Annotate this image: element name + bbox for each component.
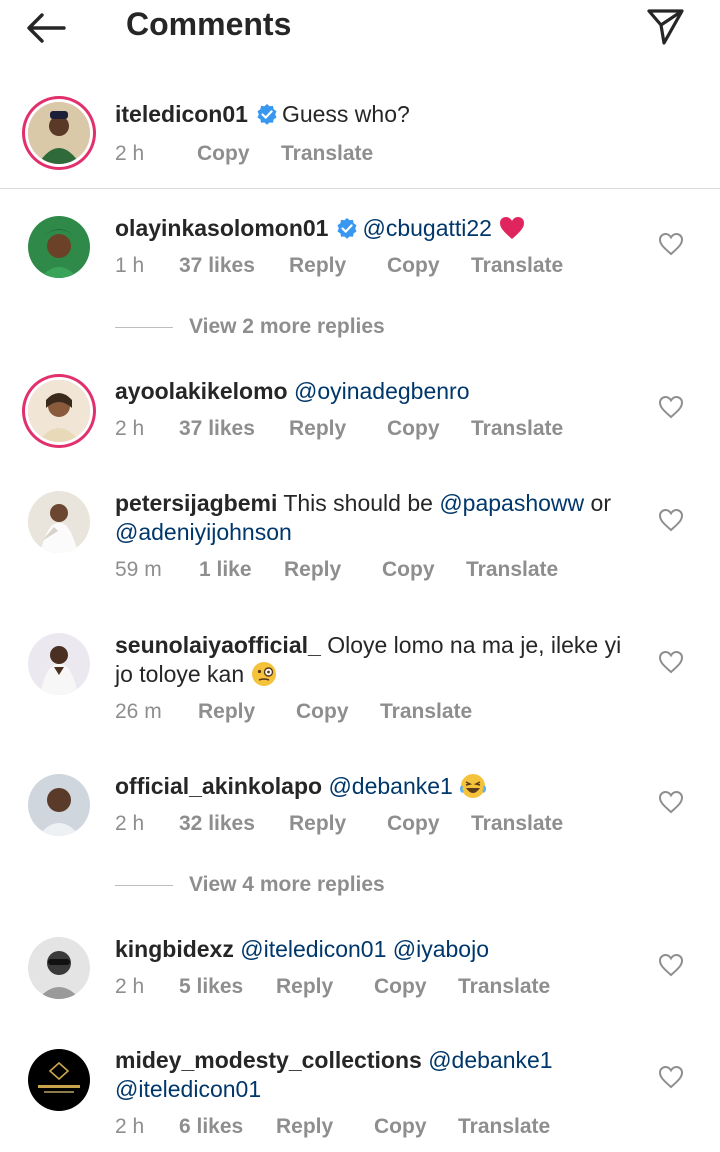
likes-count[interactable]: 32 likes [179, 812, 255, 836]
send-icon [647, 9, 684, 45]
copy-button[interactable]: Copy [382, 558, 435, 582]
avatar[interactable] [28, 1049, 90, 1111]
translate-button[interactable]: Translate [466, 558, 558, 582]
post-caption: iteledicon01 Guess who? 2 h Copy Translat… [0, 88, 720, 189]
avatar[interactable] [28, 491, 90, 553]
monocle-emoji [252, 662, 277, 686]
likes-count[interactable]: 5 likes [179, 975, 243, 999]
timestamp: 2 h [115, 812, 145, 835]
username[interactable]: seunolaiyaofficial_ [115, 632, 321, 658]
reply-button[interactable]: Reply [289, 812, 346, 836]
reply-button[interactable]: Reply [198, 700, 255, 724]
header: Comments [0, 0, 720, 60]
username[interactable]: midey_modesty_collections [115, 1047, 422, 1073]
heart-outline-icon[interactable] [658, 508, 684, 532]
timestamp: 59 m [115, 558, 162, 581]
heart-outline-icon[interactable] [658, 395, 684, 419]
translate-button[interactable]: Translate [471, 812, 563, 836]
timestamp: 26 m [115, 700, 162, 723]
heart-outline-icon[interactable] [658, 650, 684, 674]
avatar[interactable] [28, 937, 90, 999]
copy-button[interactable]: Copy [374, 1115, 427, 1139]
verified-badge-icon [337, 218, 357, 239]
copy-button[interactable]: Copy [296, 700, 349, 724]
mention-link[interactable]: @oyinadegbenro [294, 378, 470, 404]
timestamp: 2 h [115, 975, 145, 998]
translate-button[interactable]: Translate [380, 700, 472, 724]
comment-text: This should be [283, 490, 433, 516]
username[interactable]: official_akinkolapo [115, 773, 322, 799]
mention-link[interactable]: @cbugatti22 [362, 215, 492, 241]
mention-link[interactable]: @iyabojo [393, 936, 489, 962]
reply-button[interactable]: Reply [276, 1115, 333, 1139]
likes-count[interactable]: 37 likes [179, 417, 255, 441]
mention-link[interactable]: @debanke1 [328, 773, 452, 799]
copy-button[interactable]: Copy [387, 812, 440, 836]
translate-button[interactable]: Translate [471, 254, 563, 278]
copy-button[interactable]: Copy [374, 975, 427, 999]
username[interactable]: ayoolakikelomo [115, 378, 288, 404]
back-arrow-icon [27, 13, 66, 43]
red-heart-emoji [499, 217, 524, 239]
heart-outline-icon[interactable] [658, 1065, 684, 1089]
view-more-replies[interactable]: View 4 more replies [115, 873, 385, 897]
reply-button[interactable]: Reply [276, 975, 333, 999]
timestamp: 2 h [115, 142, 145, 165]
comment-text: jo toloye kan [115, 661, 245, 687]
avatar[interactable] [28, 633, 90, 695]
page-title: Comments [126, 6, 292, 42]
timestamp: 2 h [115, 1115, 145, 1138]
comment-text: or [590, 490, 611, 516]
divider-line [115, 326, 173, 328]
mention-link[interactable]: @papashoww [439, 490, 584, 516]
caption-text: Guess who? [281, 101, 410, 127]
heart-outline-icon[interactable] [658, 232, 684, 256]
reply-button[interactable]: Reply [289, 417, 346, 441]
username[interactable]: kingbidexz [115, 936, 234, 962]
mention-link[interactable]: @adeniyijohnson [115, 519, 292, 545]
copy-button[interactable]: Copy [387, 417, 440, 441]
comment-text: Oloye lomo na ma je, ileke yi [327, 632, 622, 658]
username[interactable]: iteledicon01 [115, 101, 248, 127]
translate-button[interactable]: Translate [458, 975, 550, 999]
send-button[interactable] [640, 4, 690, 48]
reply-button[interactable]: Reply [289, 254, 346, 278]
back-button[interactable] [22, 6, 72, 50]
copy-button[interactable]: Copy [387, 254, 440, 278]
mention-link[interactable]: @iteledicon01 [240, 936, 386, 962]
avatar[interactable] [28, 774, 90, 836]
laughing-emoji [459, 774, 486, 798]
verified-badge-icon [257, 104, 277, 125]
username[interactable]: petersijagbemi [115, 490, 277, 516]
avatar[interactable] [28, 102, 90, 164]
copy-button[interactable]: Copy [197, 142, 250, 166]
mention-link[interactable]: @iteledicon01 [115, 1076, 261, 1102]
view-more-replies[interactable]: View 2 more replies [115, 315, 385, 339]
likes-count[interactable]: 37 likes [179, 254, 255, 278]
translate-button[interactable]: Translate [281, 142, 373, 166]
translate-button[interactable]: Translate [471, 417, 563, 441]
timestamp: 1 h [115, 254, 145, 277]
mention-link[interactable]: @debanke1 [428, 1047, 552, 1073]
translate-button[interactable]: Translate [458, 1115, 550, 1139]
timestamp: 2 h [115, 417, 145, 440]
reply-button[interactable]: Reply [284, 558, 341, 582]
heart-outline-icon[interactable] [658, 790, 684, 814]
avatar[interactable] [28, 380, 90, 442]
avatar[interactable] [28, 216, 90, 278]
heart-outline-icon[interactable] [658, 953, 684, 977]
divider-line [115, 884, 173, 886]
likes-count[interactable]: 6 likes [179, 1115, 243, 1139]
username[interactable]: olayinkasolomon01 [115, 215, 328, 241]
likes-count[interactable]: 1 like [199, 558, 252, 582]
